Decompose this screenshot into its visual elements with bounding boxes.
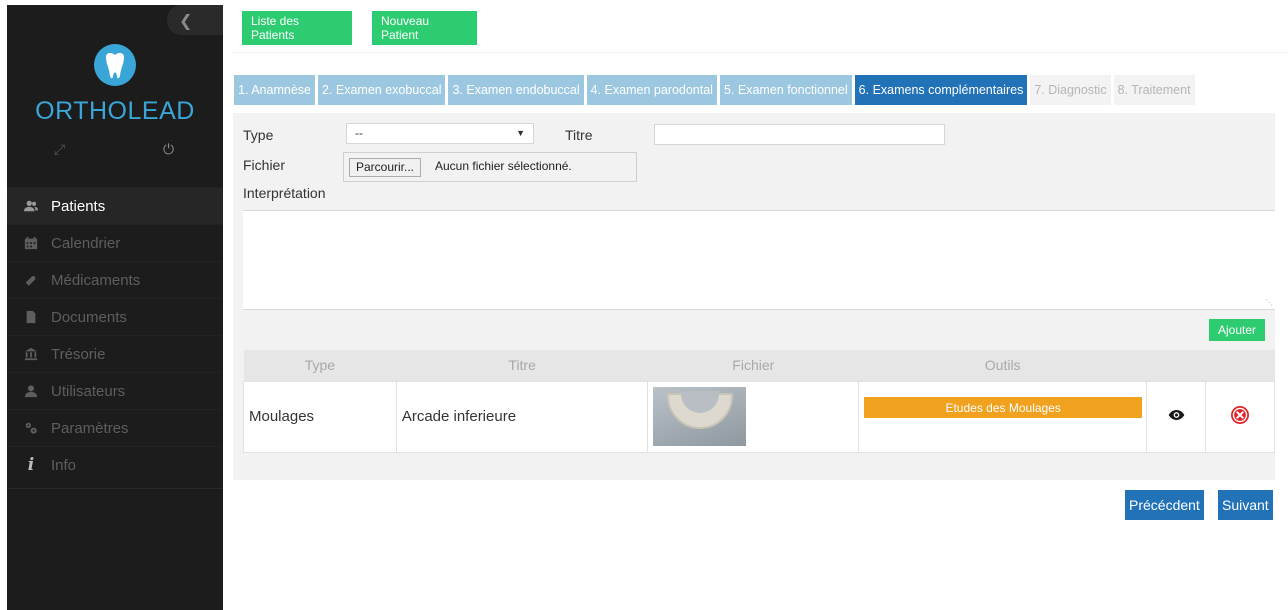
browse-button[interactable]: Parcourir... xyxy=(349,158,422,177)
column-header-titre: Titre xyxy=(396,350,648,381)
exams-table: Type Titre Fichier Outils Moulages Arcad… xyxy=(243,350,1275,453)
column-header-view xyxy=(1146,350,1206,381)
gears-icon xyxy=(21,420,41,436)
sidebar-divider xyxy=(7,488,223,489)
tab-examen-endobuccal[interactable]: 3. Examen endobuccal xyxy=(448,75,584,105)
sidebar-collapse-button[interactable]: ❮ xyxy=(167,5,223,35)
sidebar-item-medicaments[interactable]: Médicaments xyxy=(7,261,223,298)
type-label: Type xyxy=(243,127,274,143)
sidebar-item-tresorie[interactable]: Trésorie xyxy=(7,335,223,372)
chevron-left-icon: ❮ xyxy=(179,13,193,30)
sidebar-item-label: Info xyxy=(51,456,77,474)
tab-traitement: 8. Traitement xyxy=(1113,75,1195,105)
table-header-row: Type Titre Fichier Outils xyxy=(243,350,1275,381)
sidebar-item-label: Trésorie xyxy=(51,345,106,363)
sidebar-item-label: Paramètres xyxy=(51,419,129,437)
sidebar-item-info[interactable]: i Info xyxy=(7,446,223,483)
interpretation-label: Interprétation xyxy=(243,185,326,201)
sidebar-item-calendrier[interactable]: Calendrier xyxy=(7,224,223,261)
sidebar-item-documents[interactable]: Documents xyxy=(7,298,223,335)
sidebar-item-label: Utilisateurs xyxy=(51,382,126,400)
cell-outils: Etudes des Moulages xyxy=(858,380,1148,453)
exam-tabs: 1. Anamnèse 2. Examen exobuccal 3. Exame… xyxy=(234,75,1195,105)
column-header-outils: Outils xyxy=(858,350,1147,381)
tab-examen-exobuccal[interactable]: 2. Examen exobuccal xyxy=(317,75,446,105)
sidebar-item-patients[interactable]: Patients xyxy=(7,187,223,224)
column-header-delete xyxy=(1205,350,1275,381)
sidebar-item-label: Médicaments xyxy=(51,271,141,289)
users-icon xyxy=(21,198,41,214)
column-header-type: Type xyxy=(243,350,397,381)
sidebar: ❮ ORTHOLEAD ⤢ ⏻ Patients Calendrier Médi… xyxy=(7,5,223,610)
type-select-value: -- xyxy=(355,126,363,140)
calendar-icon xyxy=(21,235,41,251)
file-status: Aucun fichier sélectionné. xyxy=(435,159,572,173)
table-row: Moulages Arcade inferieure Etudes des Mo… xyxy=(243,380,1275,453)
patients-list-button[interactable]: Liste des Patients xyxy=(242,11,352,45)
sidebar-item-label: Patients xyxy=(51,197,106,215)
user-icon xyxy=(21,383,41,399)
new-patient-button[interactable]: Nouveau Patient xyxy=(372,11,477,45)
sidebar-item-utilisateurs[interactable]: Utilisateurs xyxy=(7,372,223,409)
cell-fichier xyxy=(647,380,860,453)
cell-delete xyxy=(1205,380,1275,453)
pill-icon xyxy=(21,272,41,288)
tab-examens-complementaires[interactable]: 6. Examens complémentaires xyxy=(854,75,1028,105)
brand-name: ORTHOLEAD xyxy=(35,97,195,125)
tab-examen-fonctionnel[interactable]: 5. Examen fonctionnel xyxy=(719,75,852,105)
sidebar-item-label: Documents xyxy=(51,308,127,326)
interpretation-textarea[interactable]: ⋱ xyxy=(243,210,1275,310)
tab-diagnostic: 7. Diagnostic xyxy=(1030,75,1111,105)
type-select[interactable]: -- ▼ xyxy=(346,123,534,144)
exam-form-panel: Type -- ▼ Titre Fichier Parcourir... Auc… xyxy=(233,113,1275,480)
document-icon xyxy=(21,309,41,325)
tab-examen-parodontal[interactable]: 4. Examen parodontal xyxy=(586,75,717,105)
cell-type: Moulages xyxy=(243,380,397,453)
info-icon: i xyxy=(27,455,35,475)
dropdown-arrow-icon: ▼ xyxy=(516,128,525,138)
cell-view xyxy=(1146,380,1207,453)
next-button[interactable]: Suivant xyxy=(1218,490,1273,520)
add-button[interactable]: Ajouter xyxy=(1209,319,1265,341)
column-header-fichier: Fichier xyxy=(647,350,859,381)
etudes-moulages-button[interactable]: Etudes des Moulages xyxy=(864,397,1143,418)
sidebar-nav: Patients Calendrier Médicaments Document… xyxy=(7,187,223,483)
sidebar-item-parametres[interactable]: Paramètres xyxy=(7,409,223,446)
resize-handle-icon[interactable]: ⋱ xyxy=(1265,298,1273,307)
tooth-logo-icon xyxy=(94,44,136,86)
power-icon[interactable]: ⏻ xyxy=(163,141,174,158)
titre-input[interactable] xyxy=(654,124,945,145)
previous-button[interactable]: Précécdent xyxy=(1125,490,1204,520)
cell-titre: Arcade inferieure xyxy=(395,380,649,453)
eye-icon[interactable] xyxy=(1168,408,1185,425)
bank-icon xyxy=(21,346,41,362)
fullscreen-icon[interactable]: ⤢ xyxy=(54,141,65,158)
titre-label: Titre xyxy=(565,127,593,143)
file-thumbnail[interactable] xyxy=(653,387,747,446)
sidebar-item-label: Calendrier xyxy=(51,234,121,252)
header-divider xyxy=(233,52,1288,53)
tab-anamnese[interactable]: 1. Anamnèse xyxy=(234,75,315,105)
delete-icon[interactable] xyxy=(1231,405,1250,428)
fichier-label: Fichier xyxy=(243,157,286,173)
file-input[interactable]: Parcourir... Aucun fichier sélectionné. xyxy=(343,152,637,182)
